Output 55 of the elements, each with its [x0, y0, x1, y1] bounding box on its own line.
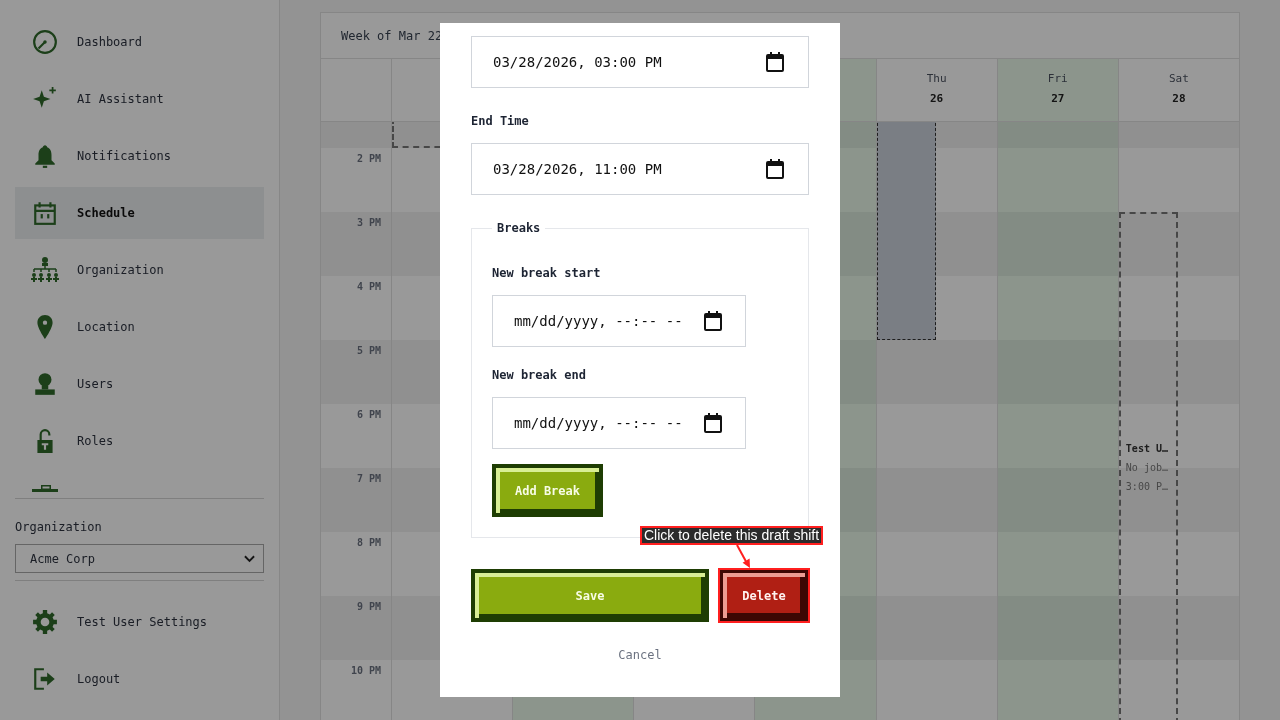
calendar-icon: [32, 200, 58, 226]
organization-label: Organization: [15, 520, 103, 534]
field-label: New break end: [492, 367, 586, 383]
cancel-button[interactable]: Cancel: [618, 647, 662, 663]
shift-block[interactable]: [876, 122, 936, 340]
gauge-icon: [32, 29, 58, 55]
day-name: Sat: [1169, 72, 1189, 85]
nav-item[interactable]: Location: [15, 301, 264, 353]
time-label: 4 PM: [356, 281, 381, 293]
org-chart-icon: [29, 257, 61, 283]
start-time-field[interactable]: 03/28/2026, 03:00 PM: [471, 36, 809, 88]
field-label: End Time: [471, 113, 529, 129]
chevron-down-icon: [244, 554, 255, 563]
user-icon: [32, 371, 58, 397]
nav-item[interactable]: Test User Settings: [15, 596, 264, 648]
shift-job: No job…: [1125, 462, 1169, 474]
day-date: 28: [1172, 92, 1186, 105]
time-label: 7 PM: [356, 473, 381, 485]
time-label: 6 PM: [356, 409, 381, 421]
calendar-icon[interactable]: [704, 311, 722, 331]
nav-item[interactable]: Users: [15, 358, 264, 410]
settings-icon: [32, 609, 58, 635]
time-label: 9 PM: [356, 601, 381, 613]
shift-employee: Test U…: [1125, 443, 1169, 455]
nav-item[interactable]: AI Assistant: [15, 73, 264, 125]
annotation-callout: Click to delete this draft shift: [640, 526, 824, 545]
break-start-field[interactable]: mm/dd/yyyy, --:-- --: [492, 295, 746, 347]
nav-item[interactable]: Notifications: [15, 130, 264, 182]
calendar-icon[interactable]: [766, 159, 784, 179]
time-label: 5 PM: [356, 345, 381, 357]
nav-item[interactable]: Dashboard: [15, 16, 264, 68]
day-date: 27: [1051, 92, 1065, 105]
calendar-icon[interactable]: [704, 413, 722, 433]
calendar-icon[interactable]: [766, 52, 784, 72]
break-end-field[interactable]: mm/dd/yyyy, --:-- --: [492, 397, 746, 449]
shift-time: 3:00 P…: [1125, 481, 1169, 493]
time-label: 10 PM: [350, 665, 381, 677]
end-time-field[interactable]: 03/28/2026, 11:00 PM: [471, 143, 809, 195]
nav-item[interactable]: Schedule: [15, 187, 264, 239]
shift-block[interactable]: Test U… No job… 3:00 P…: [1118, 212, 1178, 720]
partial-icon: [32, 485, 58, 492]
day-name: Thu: [926, 72, 947, 85]
nav-item[interactable]: Logout: [15, 653, 264, 705]
time-label: 3 PM: [356, 217, 381, 229]
time-label: 8 PM: [356, 537, 381, 549]
nav-item[interactable]: Organization: [15, 244, 264, 296]
day-date: 26: [930, 92, 944, 105]
day-name: Fri: [1047, 72, 1068, 85]
field-label: New break start: [492, 265, 601, 281]
time-label: 2 PM: [356, 153, 381, 165]
nav-item[interactable]: Roles: [15, 415, 264, 467]
delete-button[interactable]: Delete: [720, 570, 808, 621]
bell-icon: [32, 143, 58, 169]
organization-select[interactable]: Acme Corp: [15, 544, 264, 573]
breaks-legend: Breaks: [492, 220, 546, 236]
